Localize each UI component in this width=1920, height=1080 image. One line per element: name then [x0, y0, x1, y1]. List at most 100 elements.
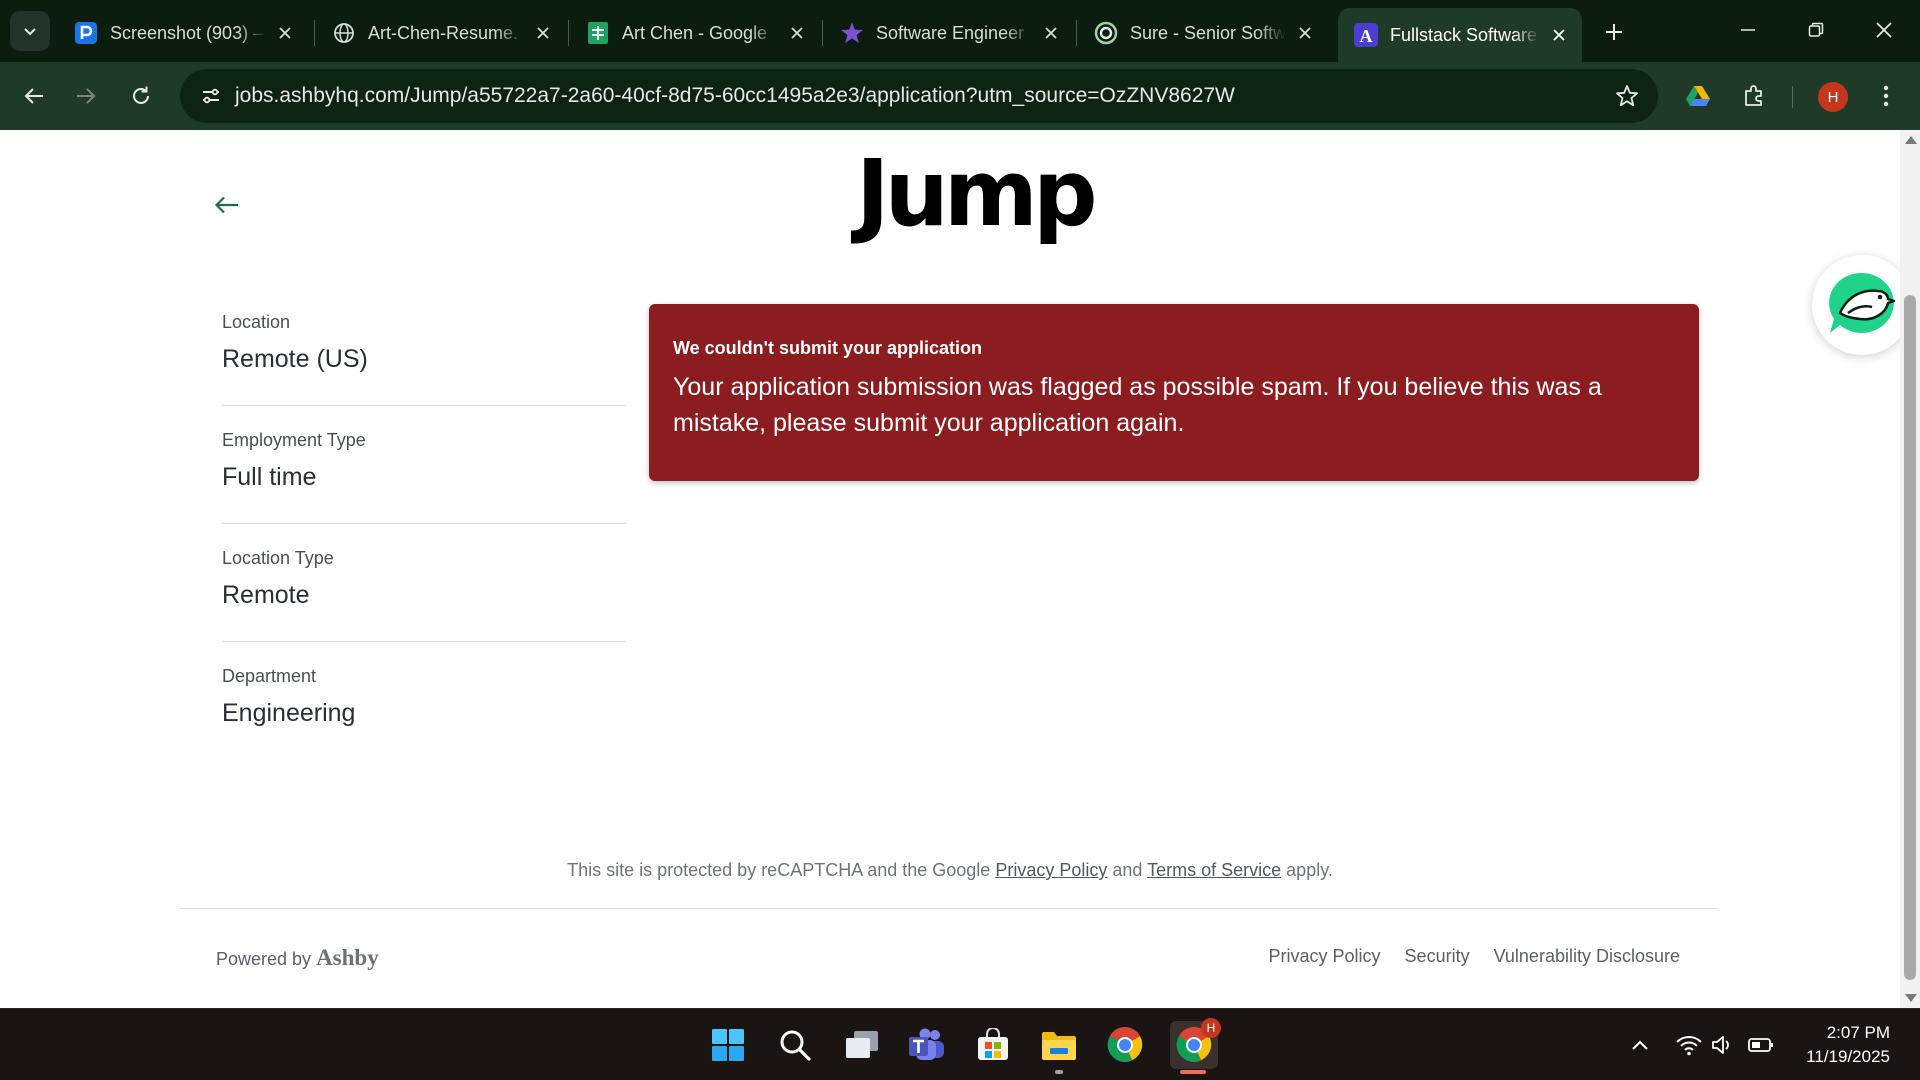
detail-employment-type: Employment Type Full time [222, 430, 626, 492]
search-icon[interactable] [774, 1024, 816, 1066]
error-title: We couldn't submit your application [673, 338, 982, 358]
tab-separator [568, 20, 569, 46]
globe-icon [332, 21, 356, 45]
new-tab-button[interactable] [1596, 14, 1632, 50]
detail-value: Remote [222, 581, 310, 609]
detail-value: Remote (US) [222, 345, 368, 373]
privacy-policy-link[interactable]: Privacy Policy [995, 860, 1107, 880]
divider [222, 405, 626, 406]
powered-by-ashby[interactable]: Powered by Ashby [216, 945, 379, 971]
detail-value: Engineering [222, 699, 356, 727]
detail-location: Location Remote (US) [222, 312, 626, 374]
toolbar-divider [1792, 86, 1793, 108]
close-icon[interactable] [786, 22, 808, 44]
google-drive-icon [1686, 86, 1710, 106]
tab-title: Software Engineer [876, 22, 1025, 43]
tune-icon [203, 88, 219, 104]
volume-icon[interactable] [1710, 1033, 1736, 1057]
restore-button[interactable] [1794, 10, 1838, 50]
scroll-down-arrow[interactable] [1905, 994, 1917, 1002]
reload-button[interactable] [121, 76, 161, 116]
tab-title: Art-Chen-Resume. [368, 22, 519, 43]
tab-search-button[interactable] [10, 11, 50, 51]
close-window-button[interactable] [1862, 10, 1906, 50]
tab-title: Fullstack Software [1390, 24, 1538, 45]
divider [222, 641, 626, 642]
profile-badge: H [1201, 1018, 1221, 1038]
footer-links: Privacy Policy Security Vulnerability Di… [1269, 946, 1680, 967]
page-viewport: Jump Location Remote (US) Employment Typ… [0, 130, 1912, 1008]
browser-menu-button[interactable] [1866, 76, 1906, 116]
p-app-icon [74, 21, 98, 45]
back-link[interactable] [212, 190, 242, 220]
clock-time: 2:07 PM [1826, 1023, 1890, 1042]
chat-widget-button[interactable] [1812, 255, 1912, 355]
site-info-button[interactable] [194, 79, 228, 113]
company-logo[interactable]: Jump [856, 140, 1098, 247]
star-icon [1616, 85, 1638, 107]
footer-vulnerability-disclosure-link[interactable]: Vulnerability Disclosure [1494, 946, 1680, 967]
task-view-icon[interactable] [841, 1024, 883, 1066]
chevron-down-icon [24, 28, 36, 36]
microsoft-store-icon[interactable] [972, 1024, 1014, 1066]
tab-software-engineer[interactable]: Software Engineer [824, 10, 1074, 56]
scroll-thumb[interactable] [1904, 295, 1916, 980]
bird-chat-icon [1829, 272, 1896, 333]
ashby-a-icon: A [1354, 23, 1378, 47]
google-drive-extension[interactable] [1678, 76, 1718, 116]
battery-icon[interactable] [1748, 1033, 1774, 1057]
tab-fullstack-software[interactable]: A Fullstack Software [1338, 8, 1582, 62]
minimize-button[interactable] [1726, 10, 1770, 50]
detail-department: Department Engineering [222, 666, 626, 728]
chrome-profile-icon[interactable]: H [1170, 1018, 1221, 1069]
footer-privacy-policy-link[interactable]: Privacy Policy [1269, 946, 1381, 967]
detail-location-type: Location Type Remote [222, 548, 626, 610]
plus-icon [1606, 24, 1622, 40]
recaptcha-prefix: This site is protected by reCAPTCHA and … [567, 860, 991, 880]
purple-star-icon [840, 21, 864, 45]
error-alert: We couldn't submit your application Your… [649, 304, 1699, 481]
clock-date: 11/19/2025 [1806, 1047, 1890, 1066]
chevron-up-icon[interactable] [1627, 1033, 1653, 1057]
windows-start-icon[interactable] [707, 1024, 749, 1066]
browser-tab-strip: Screenshot (903) – Art-Chen-Resume. Art … [0, 0, 1920, 62]
powered-by-label: Powered by [216, 949, 312, 969]
tab-resume[interactable]: Art-Chen-Resume. [316, 10, 566, 56]
divider [222, 523, 626, 524]
tab-separator [822, 20, 823, 46]
system-clock[interactable]: 2:07 PM 11/19/2025 [1806, 1021, 1890, 1069]
close-icon[interactable] [1040, 22, 1062, 44]
footer-security-link[interactable]: Security [1405, 946, 1470, 967]
chrome-icon[interactable] [1104, 1024, 1146, 1066]
close-icon[interactable] [532, 22, 554, 44]
page-scrollbar[interactable] [1900, 130, 1920, 1008]
detail-value: Full time [222, 463, 317, 491]
ashby-logo: Ashby [316, 945, 379, 970]
detail-label: Location Type [222, 548, 334, 568]
bookmark-button[interactable] [1612, 81, 1642, 111]
wifi-icon[interactable] [1676, 1033, 1702, 1057]
extensions-button[interactable] [1734, 76, 1774, 116]
teams-icon[interactable] [906, 1024, 948, 1066]
sure-logo-icon [1094, 21, 1118, 45]
error-message: Your application submission was flagged … [673, 373, 1602, 437]
back-button[interactable] [14, 76, 54, 116]
tab-google-sheets[interactable]: Art Chen - Google [570, 10, 820, 56]
browser-toolbar: jobs.ashbyhq.com/Jump/a55722a7-2a60-40cf… [0, 62, 1920, 130]
recaptcha-and: and [1112, 860, 1143, 880]
tab-separator [314, 20, 315, 46]
arrow-left-icon [24, 88, 43, 104]
close-icon[interactable] [1548, 24, 1570, 46]
scroll-up-arrow[interactable] [1905, 136, 1917, 144]
forward-button[interactable] [66, 76, 106, 116]
terms-of-service-link[interactable]: Terms of Service [1147, 860, 1281, 880]
file-explorer-icon[interactable] [1038, 1024, 1080, 1066]
tab-title: Sure - Senior Softw [1130, 22, 1286, 43]
tab-sure[interactable]: Sure - Senior Softw [1078, 10, 1328, 56]
tab-separator [1076, 20, 1077, 46]
profile-avatar[interactable]: H [1818, 82, 1848, 112]
close-icon[interactable] [1294, 22, 1316, 44]
close-icon[interactable] [274, 22, 296, 44]
tab-screenshot[interactable]: Screenshot (903) – [58, 10, 308, 56]
address-bar[interactable]: jobs.ashbyhq.com/Jump/a55722a7-2a60-40cf… [180, 69, 1658, 123]
